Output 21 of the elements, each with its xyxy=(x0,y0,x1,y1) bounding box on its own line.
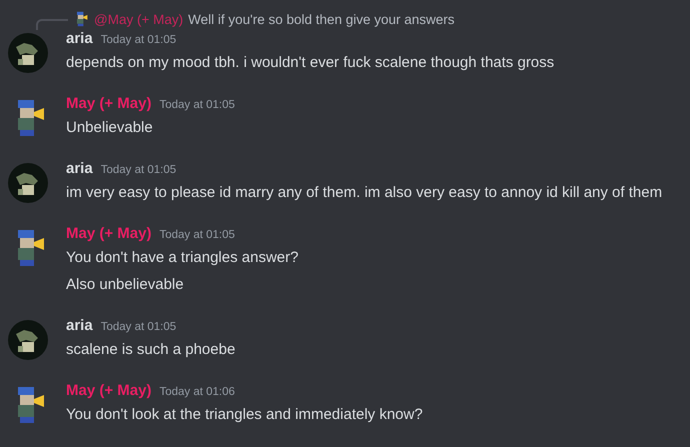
message-text: Also unbelievable xyxy=(66,275,185,295)
timestamp: Today at 01:05 xyxy=(100,34,176,46)
timestamp: Today at 01:05 xyxy=(159,99,235,111)
timestamp: Today at 01:05 xyxy=(100,321,176,333)
message-text: You don't look at the triangles and immediately know? xyxy=(66,405,424,425)
timestamp: Today at 01:05 xyxy=(100,164,176,176)
avatar-icon[interactable] xyxy=(8,163,48,203)
timestamp: Today at 01:05 xyxy=(159,229,235,241)
message-text: depends on my mood tbh. i wouldn't ever fuck scalene though thats gross xyxy=(66,53,556,73)
avatar-icon[interactable] xyxy=(8,320,48,360)
reply-preview[interactable]: Well if you're so bold then give your answers xyxy=(188,12,455,26)
username[interactable]: aria xyxy=(66,317,93,334)
reply-connector xyxy=(36,18,68,30)
message-text: You don't have a triangles answer? xyxy=(66,248,300,268)
timestamp: Today at 01:06 xyxy=(159,386,235,398)
username[interactable]: aria xyxy=(66,30,93,47)
message-text: im very easy to please id marry any of them. im also very easy to annoy id kill any of them xyxy=(66,183,664,203)
username[interactable]: aria xyxy=(66,160,93,177)
avatar-icon[interactable] xyxy=(8,33,48,73)
message-text: scalene is such a phoebe xyxy=(66,340,236,360)
message-text: Unbelievable xyxy=(66,118,154,138)
